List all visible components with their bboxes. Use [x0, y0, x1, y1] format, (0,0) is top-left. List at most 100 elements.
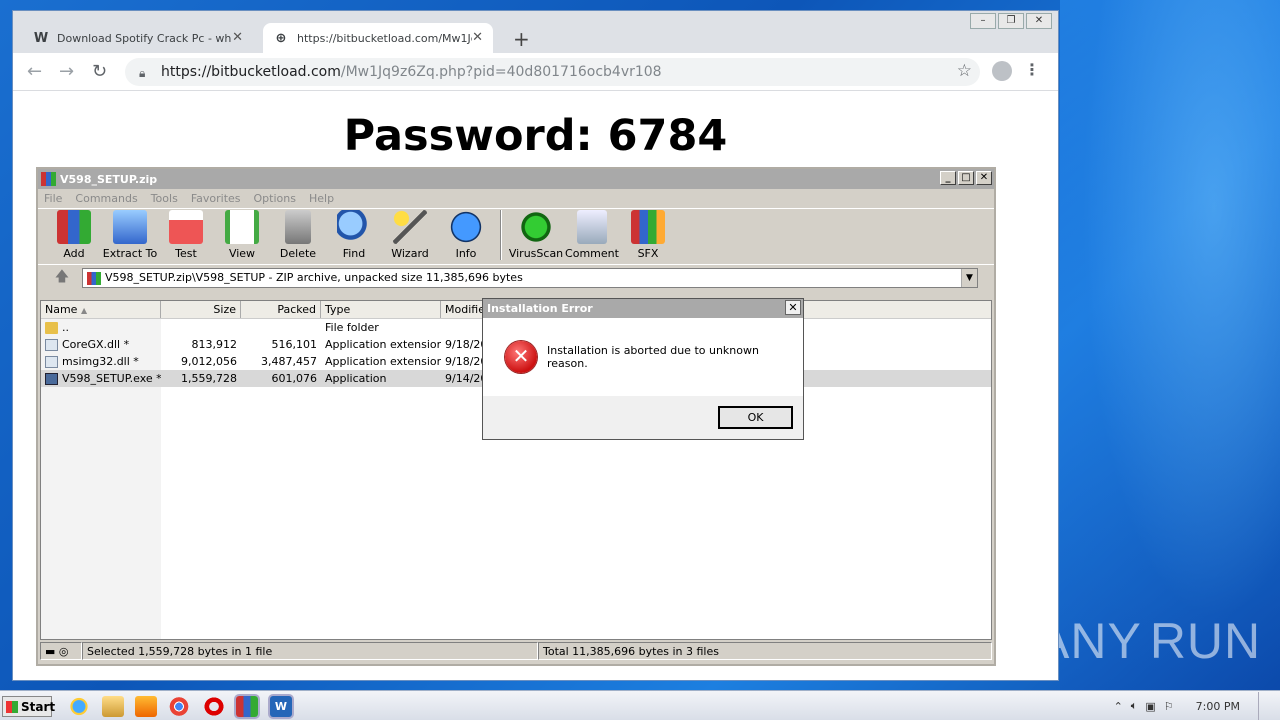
ok-button[interactable]: OK	[718, 406, 793, 429]
menu-tools[interactable]: Tools	[151, 192, 178, 205]
delete-button[interactable]: Delete	[270, 210, 326, 260]
menu-options[interactable]: Options	[254, 192, 296, 205]
wordpress-icon: W	[33, 31, 49, 46]
dialog-titlebar: Installation Error ✕	[483, 299, 803, 318]
minimize-button[interactable]: –	[970, 13, 996, 29]
winrar-menubar: File Commands Tools Favorites Options He…	[38, 189, 994, 208]
close-button[interactable]: ✕	[976, 171, 992, 185]
reload-icon[interactable]: ↻	[92, 61, 107, 82]
chrome-icon[interactable]	[168, 696, 190, 717]
winrar-addressbar: 🡅 V598_SETUP.zip\V598_SETUP - ZIP archiv…	[38, 264, 994, 290]
file-modified: 9/14/20	[445, 372, 486, 385]
file-type: File folder	[325, 321, 379, 334]
winrar-statusbar: ▬ ◎ Selected 1,559,728 bytes in 1 file T…	[40, 642, 992, 662]
virusscan-button[interactable]: VirusScan	[508, 210, 564, 260]
add-archive-icon	[57, 210, 91, 244]
virus-icon	[519, 210, 553, 244]
test-icon	[169, 210, 203, 244]
comment-button[interactable]: Comment	[564, 210, 620, 260]
dialog-message: Installation is aborted due to unknown r…	[546, 344, 759, 370]
browser-toolbar: ← → ↻ 🔒︎ https://bitbucketload.com /Mw1J…	[13, 53, 1058, 91]
file-packed: 3,487,457	[261, 355, 317, 368]
account-avatar[interactable]	[992, 61, 1012, 81]
test-button[interactable]: Test	[158, 210, 214, 260]
wordpress-taskbar-icon[interactable]: W	[270, 696, 292, 717]
window-controls: – ❐ ✕	[968, 13, 1052, 29]
column-size[interactable]: Size	[161, 301, 241, 318]
winrar-titlebar: V598_SETUP.zip _ □ ✕	[38, 169, 994, 189]
address-bar[interactable]: 🔒︎ https://bitbucketload.com /Mw1Jq9z6Zq…	[125, 58, 980, 86]
column-modified[interactable]: Modifie	[441, 301, 486, 318]
tab-spotify[interactable]: W Download Spotify Crack Pc - whichbr ✕	[23, 23, 253, 53]
bookmark-star-icon[interactable]: ☆	[957, 61, 972, 81]
find-button[interactable]: Find	[326, 210, 382, 260]
tab-bitbucketload[interactable]: ⊕ https://bitbucketload.com/Mw1Jq9z ✕	[263, 23, 493, 53]
show-desktop-button[interactable]	[1258, 692, 1268, 720]
volume-icon[interactable]: 🔈︎	[1131, 699, 1138, 713]
add-button[interactable]: Add	[46, 210, 102, 260]
menu-help[interactable]: Help	[309, 192, 334, 205]
file-modified: 9/18/20	[445, 355, 486, 368]
winrar-icon	[41, 172, 56, 186]
archive-path-field[interactable]: V598_SETUP.zip\V598_SETUP - ZIP archive,…	[82, 267, 978, 288]
file-packed: 516,101	[271, 338, 318, 351]
winrar-icon	[87, 271, 101, 285]
status-total: Total 11,385,696 bytes in 3 files	[538, 642, 992, 660]
extract-to-button[interactable]: Extract To	[102, 210, 158, 260]
url-host: https://bitbucketload.com	[161, 64, 341, 80]
explorer-folder-icon[interactable]	[102, 696, 124, 717]
file-modified: 9/18/20	[445, 338, 486, 351]
start-button[interactable]: Start	[2, 696, 56, 717]
file-name: ..	[62, 321, 69, 334]
start-label: Start	[21, 699, 56, 714]
info-button[interactable]: Info	[438, 210, 494, 260]
opera-icon[interactable]	[203, 696, 225, 717]
tab-strip: W Download Spotify Crack Pc - whichbr ✕ …	[13, 11, 1058, 53]
anyrun-watermark: ANY RUN	[1036, 606, 1260, 676]
ie-icon[interactable]	[68, 696, 90, 717]
winrar-taskbar-icon[interactable]	[236, 696, 258, 717]
drive-icon: ▬ ◎	[40, 642, 82, 660]
winrar-toolbar: Add Extract To Test View Delete Find Wiz…	[38, 208, 994, 264]
maximize-button[interactable]: □	[958, 171, 974, 185]
back-icon[interactable]: ←	[27, 61, 42, 82]
forward-icon[interactable]: →	[59, 61, 74, 82]
lock-icon: 🔒︎	[139, 66, 146, 80]
file-name: V598_SETUP.exe *	[62, 372, 161, 385]
watermark-text-run: RUN	[1149, 613, 1262, 669]
file-size: 1,559,728	[181, 372, 237, 385]
column-type[interactable]: Type	[321, 301, 441, 318]
close-tab-icon[interactable]: ✕	[472, 30, 483, 45]
column-name[interactable]: Name ▲	[41, 301, 161, 318]
url-path: /Mw1Jq9z6Zq.php?pid=40d801716ocb4vr108	[340, 64, 662, 80]
close-icon[interactable]: ✕	[785, 300, 801, 315]
file-type: Application extension	[325, 355, 441, 368]
wizard-button[interactable]: Wizard	[382, 210, 438, 260]
action-center-flag-icon[interactable]: ⚐	[1164, 700, 1174, 713]
up-folder-icon[interactable]: 🡅	[42, 267, 82, 289]
new-tab-button[interactable]: +	[513, 27, 530, 51]
chevron-down-icon[interactable]: ▼	[961, 268, 977, 287]
dialog-body: ✕ Installation is aborted due to unknown…	[483, 318, 803, 396]
network-icon[interactable]: ▣	[1145, 700, 1155, 713]
view-button[interactable]: View	[214, 210, 270, 260]
page-heading: Password: 6784	[343, 111, 728, 161]
globe-icon: ⊕	[275, 31, 287, 46]
tab-title: Download Spotify Crack Pc - whichbr	[57, 31, 232, 45]
media-player-icon[interactable]	[135, 696, 157, 717]
menu-icon[interactable]: ⋮	[1024, 60, 1040, 79]
magnifier-icon	[337, 210, 371, 244]
menu-favorites[interactable]: Favorites	[191, 192, 241, 205]
menu-commands[interactable]: Commands	[75, 192, 137, 205]
column-packed[interactable]: Packed	[241, 301, 321, 318]
close-button[interactable]: ✕	[1026, 13, 1052, 29]
clock[interactable]: 7:00 PM	[1196, 700, 1240, 713]
dialog-title: Installation Error	[487, 302, 593, 315]
close-tab-icon[interactable]: ✕	[232, 30, 243, 45]
sfx-icon	[631, 210, 665, 244]
show-hidden-icons-icon[interactable]: ⌃	[1114, 700, 1123, 713]
menu-file[interactable]: File	[44, 192, 62, 205]
restore-button[interactable]: ❐	[998, 13, 1024, 29]
minimize-button[interactable]: _	[940, 171, 956, 185]
sfx-button[interactable]: SFX	[620, 210, 676, 260]
